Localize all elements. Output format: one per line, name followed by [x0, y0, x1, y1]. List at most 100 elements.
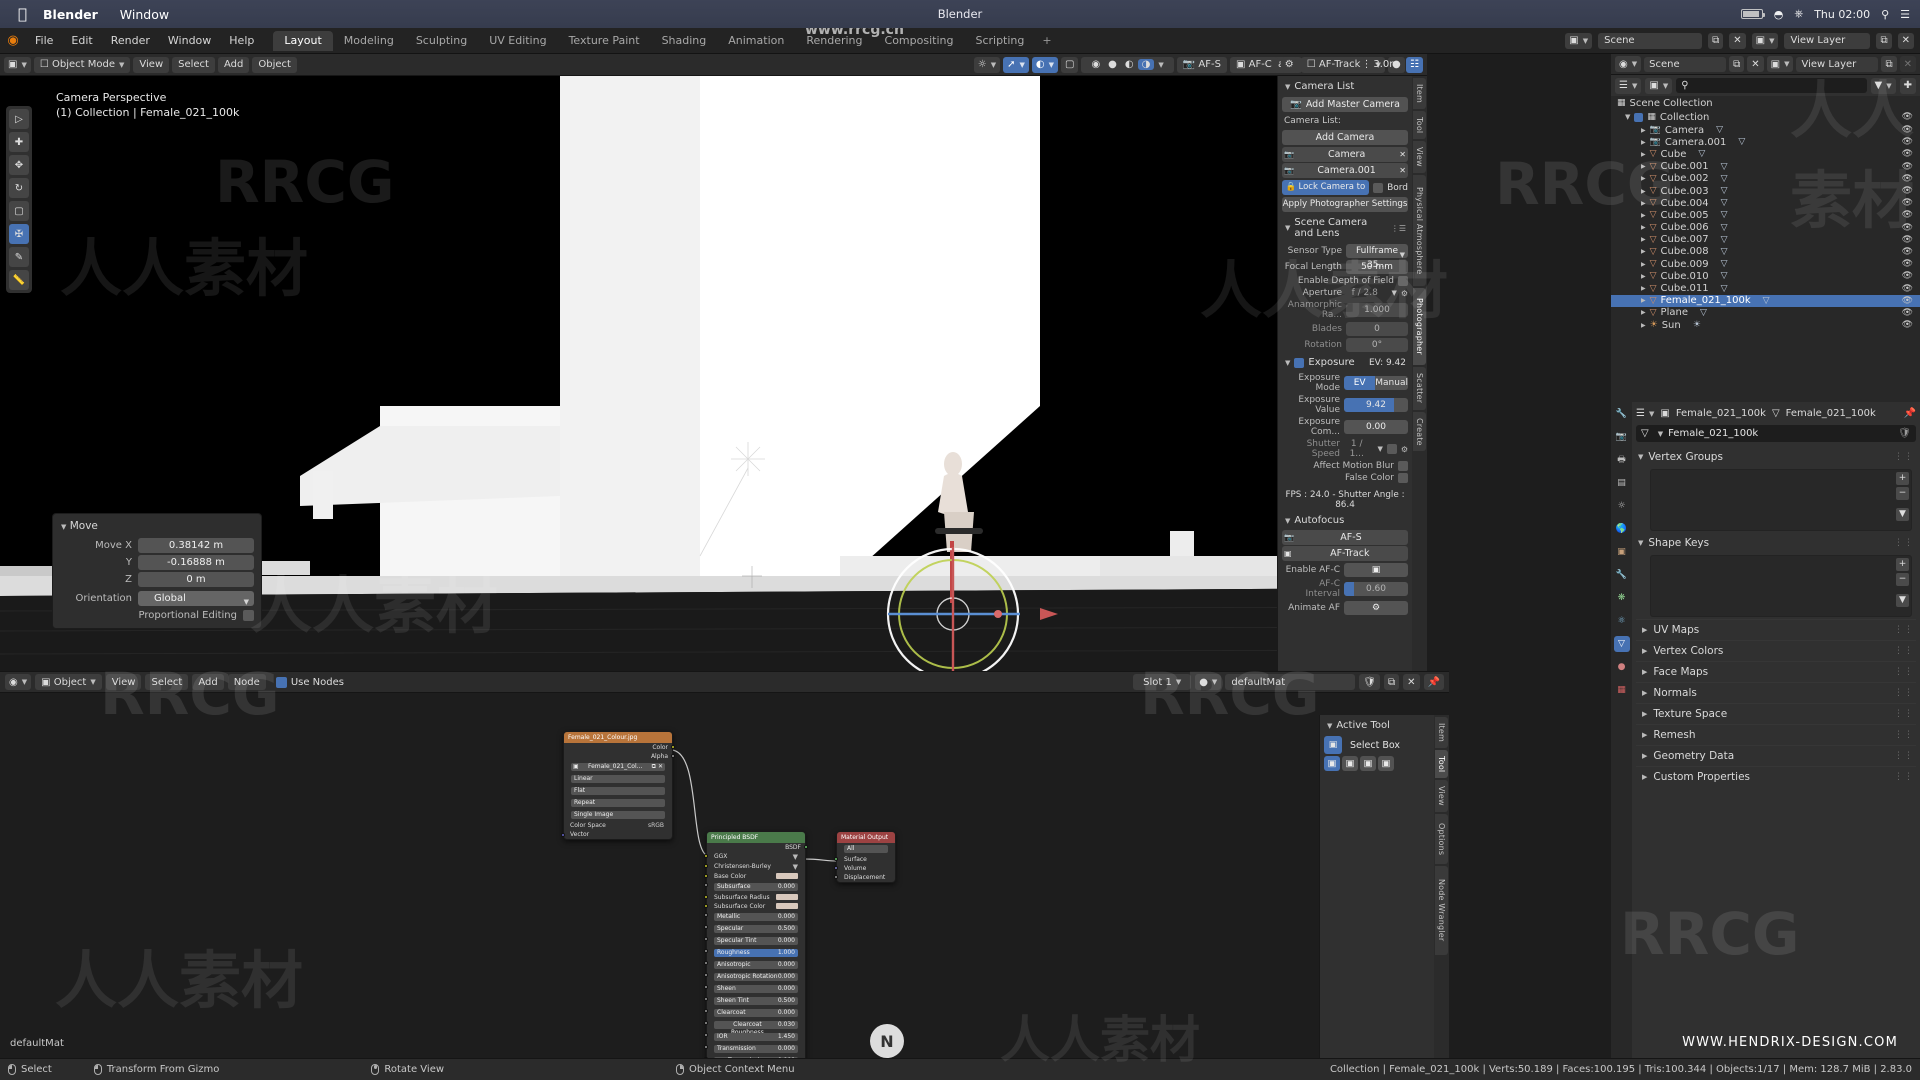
move-y-row[interactable]: Y -0.16888 m	[53, 554, 261, 571]
tab-layout[interactable]: Layout	[273, 30, 333, 51]
dof-row[interactable]: Enable Depth of Field	[1282, 276, 1408, 286]
false-color-row[interactable]: False Color	[1282, 473, 1408, 483]
wifi-icon[interactable]: ◓	[1774, 8, 1784, 21]
node-row-anisotropic-rotation[interactable]: Anisotropic Rotation 0.000	[704, 971, 805, 983]
node-row-specular-tint[interactable]: Specular Tint 0.000	[704, 935, 805, 947]
node-projection-value[interactable]: Flat	[571, 787, 665, 795]
proportional-editing-row[interactable]: Proportional Editing	[53, 609, 261, 622]
select-extend-icon[interactable]: ▣	[1342, 756, 1358, 771]
node-row-transmission[interactable]: Transmission 0.000	[704, 1043, 805, 1055]
animate-af-row[interactable]: Animate AF ⚙	[1282, 601, 1408, 615]
drag-handle-icon[interactable]: ⋮⋮	[1894, 688, 1914, 698]
socket-transmission[interactable]	[704, 1045, 708, 1049]
move-y-field[interactable]: -0.16888 m	[138, 555, 254, 570]
node-row-color-space[interactable]: Color Space sRGB	[564, 821, 672, 830]
drag-handle-icon[interactable]: ⋮⋮	[1894, 667, 1914, 677]
exposure-section-header[interactable]: ▼ Exposure EV: 9.42	[1282, 354, 1408, 371]
n-tab-tool[interactable]: Tool	[1413, 111, 1426, 140]
motion-blur-checkbox[interactable]	[1398, 461, 1408, 471]
socket-metallic[interactable]	[704, 913, 708, 917]
apply-settings-row[interactable]: Apply Photographer Settings	[1282, 197, 1408, 212]
node-row-anisotropic[interactable]: Anisotropic 0.000	[704, 959, 805, 971]
visibility-icon[interactable]: ☼ ▼	[973, 56, 1001, 73]
hide-icon[interactable]: 👁	[1902, 112, 1913, 122]
duplicate-material-icon[interactable]: ⧉	[1384, 674, 1400, 690]
remove-camera-icon-0[interactable]: ✕	[1399, 150, 1406, 159]
camera-data-icon[interactable]: ▽	[1716, 125, 1723, 135]
node-row-subsurface-color[interactable]: Subsurface Color	[704, 902, 805, 911]
outliner-row-cube-003[interactable]: ▶ ▽ Cube.003 ▽ 👁	[1611, 185, 1920, 197]
outliner-row-female-021-100k[interactable]: ▶ ▽ Female_021_100k ▽ 👁	[1611, 294, 1920, 307]
remove-viewlayer-icon[interactable]: ✕	[1899, 56, 1916, 72]
outliner-display-mode-icon[interactable]: ☰ ▼	[1615, 77, 1642, 94]
node-target-value[interactable]: All	[844, 845, 888, 853]
node-row-metallic[interactable]: Metallic 0.000	[704, 911, 805, 923]
unlink-image-icon[interactable]: ✕	[658, 763, 663, 771]
node-row-volume[interactable]: Volume	[834, 864, 895, 873]
apple-icon[interactable]: 	[18, 6, 27, 22]
hide-icon[interactable]: 👁	[1902, 162, 1913, 172]
remove-camera-icon-1[interactable]: ✕	[1399, 166, 1406, 175]
material-name-field[interactable]: defaultMat	[1225, 674, 1356, 690]
hide-icon[interactable]: 👁	[1902, 296, 1913, 306]
hide-icon[interactable]: 👁	[1902, 320, 1913, 330]
move-x-row[interactable]: Move X 0.38142 m	[53, 537, 261, 554]
mesh-data-icon[interactable]: ▽	[1721, 186, 1728, 196]
delete-scene-icon[interactable]: ✕	[1729, 32, 1746, 49]
overlays-icon[interactable]: ◐ ▼	[1031, 56, 1058, 73]
af-c-button[interactable]: ▣ AF-C	[1229, 56, 1278, 73]
af-s-row[interactable]: 📷 AF-S	[1282, 530, 1408, 545]
filter-icon[interactable]: ▼ ▼	[1870, 77, 1896, 94]
outliner-row-cube-010[interactable]: ▶ ▽ Cube.010 ▽ 👁	[1611, 270, 1920, 282]
active-tool-row[interactable]: ▣ Select Box	[1324, 736, 1430, 754]
vertex-group-specials-icon[interactable]: ▼	[1896, 508, 1909, 521]
n-tab-create[interactable]: Create	[1413, 411, 1426, 452]
bluetooth-icon[interactable]: ⎈	[1794, 7, 1803, 21]
viewlayer-browse-icon[interactable]: ▣ ▼	[1751, 32, 1779, 49]
aperture-animate-icon[interactable]: ⚙	[1401, 289, 1408, 298]
exposure-mode-manual[interactable]: Manual	[1375, 376, 1408, 390]
node-row-sheen[interactable]: Sheen 0.000	[704, 983, 805, 995]
shield-icon[interactable]: 🛡	[1359, 674, 1381, 690]
tab-uv-editing[interactable]: UV Editing	[478, 31, 557, 51]
outliner-scene-filter-icon[interactable]: ▣ ▼	[1645, 77, 1673, 94]
node-row-repeat[interactable]: Repeat	[564, 797, 672, 809]
outliner-scene-name[interactable]: Scene	[1644, 56, 1727, 72]
outliner-new-collection-icon[interactable]: ✚	[1899, 77, 1916, 94]
expand-icon[interactable]: ▶	[1641, 273, 1646, 280]
node-row-ggx[interactable]: GGX ▼	[704, 852, 805, 862]
aperture-value[interactable]: f / 2.8	[1346, 288, 1383, 298]
control-center-icon[interactable]: ☰	[1900, 8, 1910, 21]
mesh-data-icon[interactable]: ▽	[1698, 149, 1705, 159]
viewport-menu-add[interactable]: Add	[217, 56, 250, 73]
sensor-type-row[interactable]: Sensor Type Fullframe 35... ▼	[1282, 244, 1408, 270]
scene-browse-icon[interactable]: ▣ ▼	[1565, 32, 1593, 49]
new-image-icon[interactable]: ⧉	[652, 763, 656, 771]
shader-n-tab-tool[interactable]: Tool	[1435, 750, 1448, 779]
drag-handle-icon[interactable]: ⋮⋮	[1894, 772, 1914, 782]
modifier-tab-icon[interactable]: 🔧	[1614, 567, 1630, 583]
drag-handle-icon[interactable]: ⋮⋮	[1894, 646, 1914, 656]
mode-selector[interactable]: ☐ Object Mode ▼	[33, 56, 131, 73]
outliner-row-camera-001[interactable]: ▶ 📷 Camera.001 ▽ 👁	[1611, 136, 1920, 148]
exposure-value-row[interactable]: Exposure Value 9.42	[1282, 395, 1408, 415]
hide-icon[interactable]: 👁	[1902, 137, 1913, 147]
socket-roughness[interactable]	[704, 949, 708, 953]
af-track-row[interactable]: ▣ AF-Track	[1282, 546, 1408, 561]
motion-blur-row[interactable]: Affect Motion Blur	[1282, 461, 1408, 471]
afc-interval-row[interactable]: AF-C Interval 0.60	[1282, 579, 1408, 599]
viewport-canvas[interactable]: Camera Perspective (1) Collection | Fema…	[0, 76, 1427, 671]
rotation-field[interactable]: 0°	[1346, 338, 1408, 352]
tweak-tool-icon[interactable]: ▷	[9, 109, 29, 129]
hide-icon[interactable]: 👁	[1902, 284, 1913, 294]
camera-data-icon[interactable]: ▽	[1738, 137, 1745, 147]
socket-subsurface-radius[interactable]	[704, 895, 708, 899]
hide-icon[interactable]: 👁	[1902, 198, 1913, 208]
socket-base-color[interactable]	[704, 874, 708, 878]
collection-enable-checkbox[interactable]	[1634, 112, 1644, 122]
search-icon[interactable]: ⚲	[1881, 8, 1889, 21]
outliner-viewlayer-name[interactable]: View Layer	[1796, 56, 1879, 72]
mesh-data-icon[interactable]: ▽	[1763, 296, 1770, 306]
node-row-surface[interactable]: Surface	[834, 855, 895, 864]
viewlayer-name-field[interactable]: View Layer	[1784, 32, 1871, 49]
